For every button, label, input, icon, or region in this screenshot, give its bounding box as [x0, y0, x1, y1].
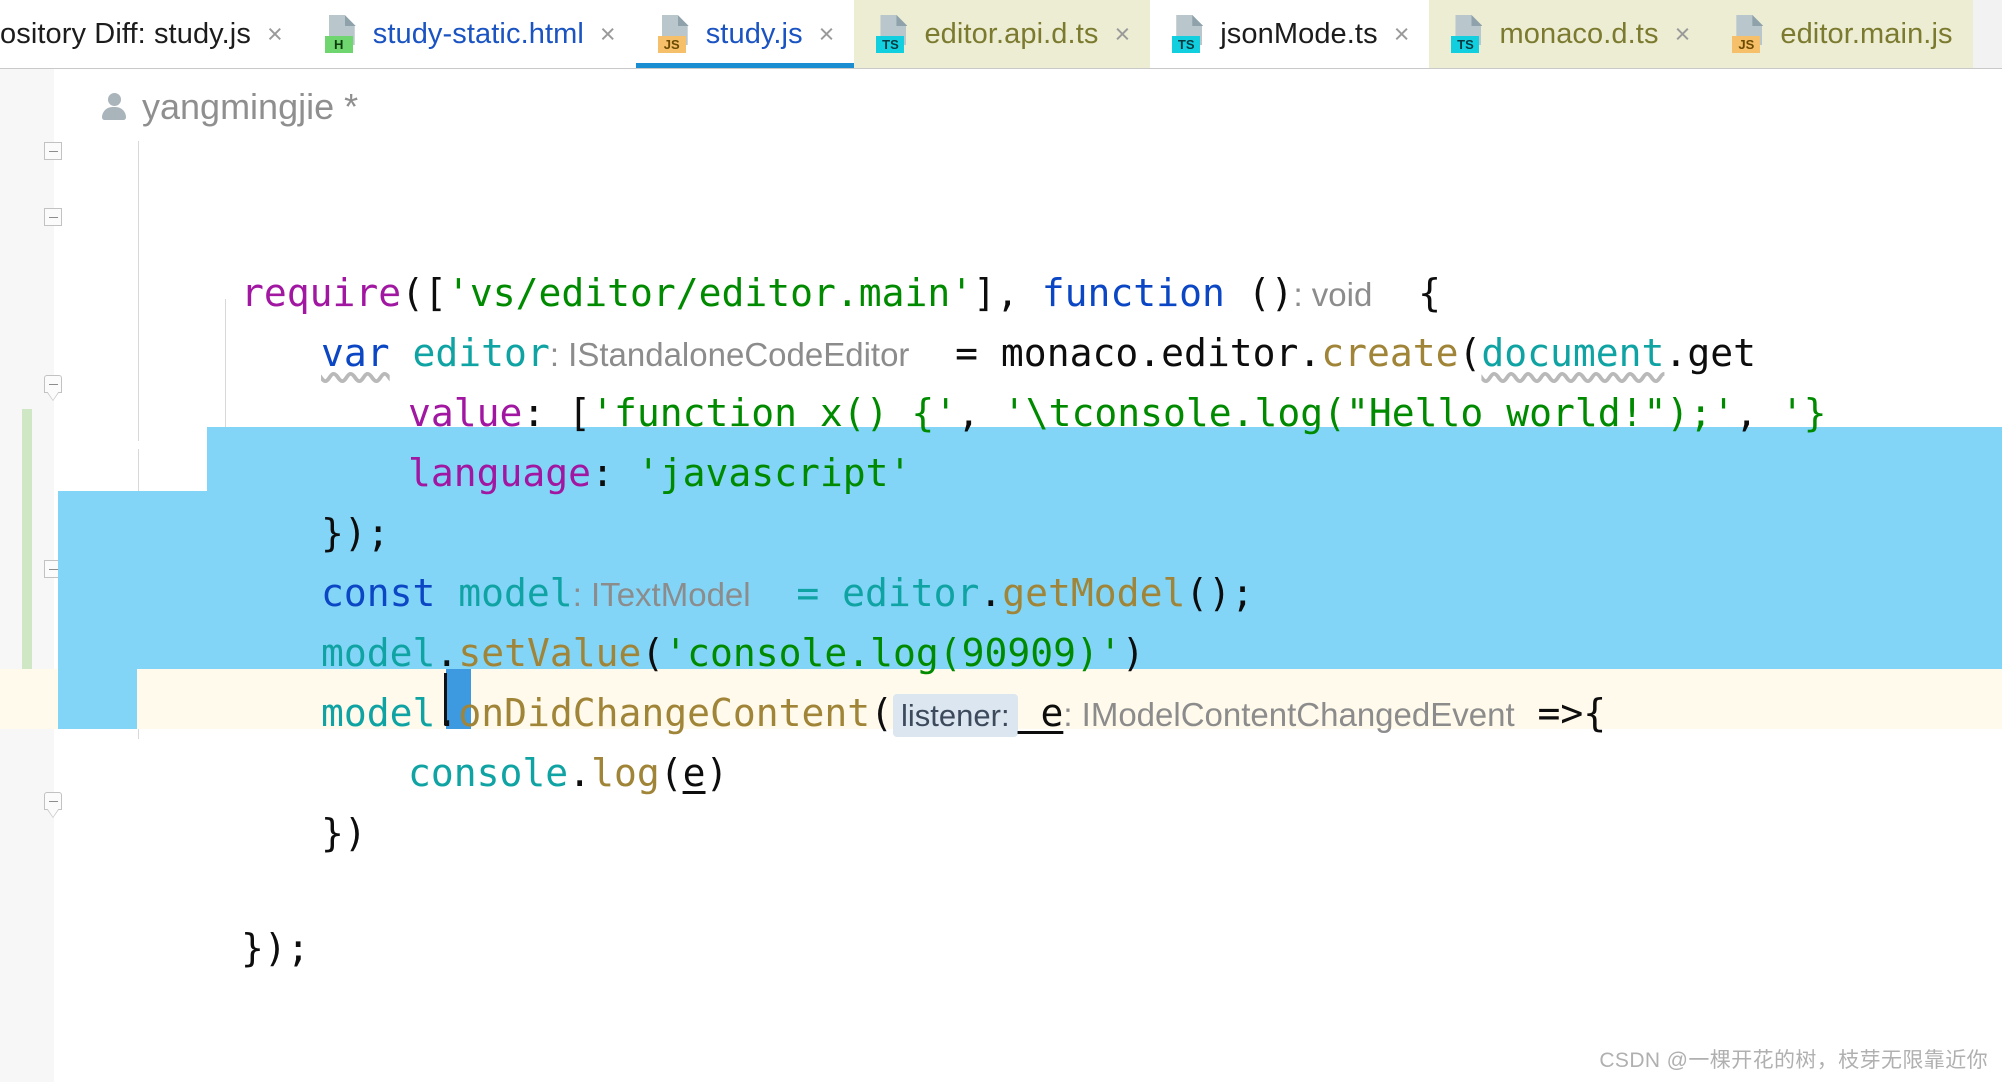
parameter-hint: listener: — [893, 694, 1018, 737]
tab-label: jsonMode.ts — [1220, 18, 1378, 50]
tab-monaco-d-ts[interactable]: TS monaco.d.ts × — [1429, 0, 1711, 68]
tab-label: monaco.d.ts — [1499, 18, 1659, 50]
tab-label: study.js — [705, 18, 803, 50]
code-editor[interactable]: yangmingjie * require(['vs/editor/editor… — [0, 69, 2002, 1082]
code-token: }) — [321, 811, 367, 855]
ts-file-icon: TS — [1451, 15, 1485, 53]
code-line[interactable]: }) — [138, 719, 367, 855]
tab-label: study-static.html — [372, 18, 584, 50]
code-token: =>{ — [1514, 691, 1607, 735]
code-token: '} — [1780, 391, 1827, 435]
close-icon[interactable]: × — [1392, 20, 1410, 48]
watermark-text: CSDN @一棵开花的树，枝芽无限靠近你 — [1599, 1049, 1988, 1072]
tab-jsonmode-ts[interactable]: TS jsonMode.ts × — [1150, 0, 1430, 68]
js-file-icon: JS — [1732, 15, 1766, 53]
close-icon[interactable]: × — [1673, 20, 1691, 48]
code-token: e — [1017, 691, 1064, 735]
tab-label: editor.api.d.ts — [924, 18, 1099, 50]
close-icon[interactable]: × — [817, 20, 835, 48]
file-icon-badge: TS — [1172, 36, 1201, 53]
ide-window: ository Diff: study.js × H study-static.… — [0, 0, 2002, 1082]
file-icon-badge: TS — [1451, 36, 1480, 53]
code-token: , — [1734, 391, 1781, 435]
editor-tab-bar[interactable]: ository Diff: study.js × H study-static.… — [0, 0, 2002, 69]
tab-editor-main-js[interactable]: JS editor.main.js — [1710, 0, 1973, 68]
code-token: ) — [705, 751, 729, 795]
text-caret — [444, 673, 447, 725]
code-token: console — [408, 751, 569, 795]
tab-editor-api-d-ts[interactable]: TS editor.api.d.ts × — [854, 0, 1151, 68]
js-file-icon: JS — [657, 15, 692, 53]
file-icon-badge: TS — [876, 36, 905, 53]
ts-file-icon: TS — [1172, 15, 1206, 53]
tab-study-static-html[interactable]: H study-static.html × — [302, 0, 636, 68]
code-token: , — [957, 391, 1003, 435]
tab-repository-diff-study-js[interactable]: ository Diff: study.js × — [0, 0, 303, 68]
file-icon-badge: JS — [1732, 36, 1761, 53]
tab-label: ository Diff: study.js — [0, 18, 251, 50]
code-token: e — [682, 751, 706, 795]
code-token: '\tconsole.log("Hello world!");' — [1002, 391, 1735, 435]
code-token: }); — [241, 926, 310, 970]
tab-label: editor.main.js — [1780, 18, 1953, 50]
file-icon-badge: H — [324, 36, 353, 53]
close-icon[interactable]: × — [265, 20, 283, 48]
code-token: ( — [870, 691, 894, 735]
code-token: . — [568, 751, 592, 795]
tab-study-js[interactable]: JS study.js × — [635, 0, 855, 68]
close-icon[interactable]: × — [598, 20, 616, 48]
ts-file-icon: TS — [876, 15, 910, 53]
file-icon-badge: JS — [657, 36, 686, 53]
code-text-layer[interactable]: require(['vs/editor/editor.main'], funct… — [0, 69, 2002, 1082]
inlay-hint: : IModelContentChangedEvent — [1063, 696, 1515, 733]
html-file-icon: H — [324, 15, 359, 53]
close-icon[interactable]: × — [1112, 20, 1130, 48]
code-line[interactable]: }); — [58, 834, 310, 970]
code-token: ( — [659, 751, 683, 795]
code-token: log — [591, 751, 660, 795]
